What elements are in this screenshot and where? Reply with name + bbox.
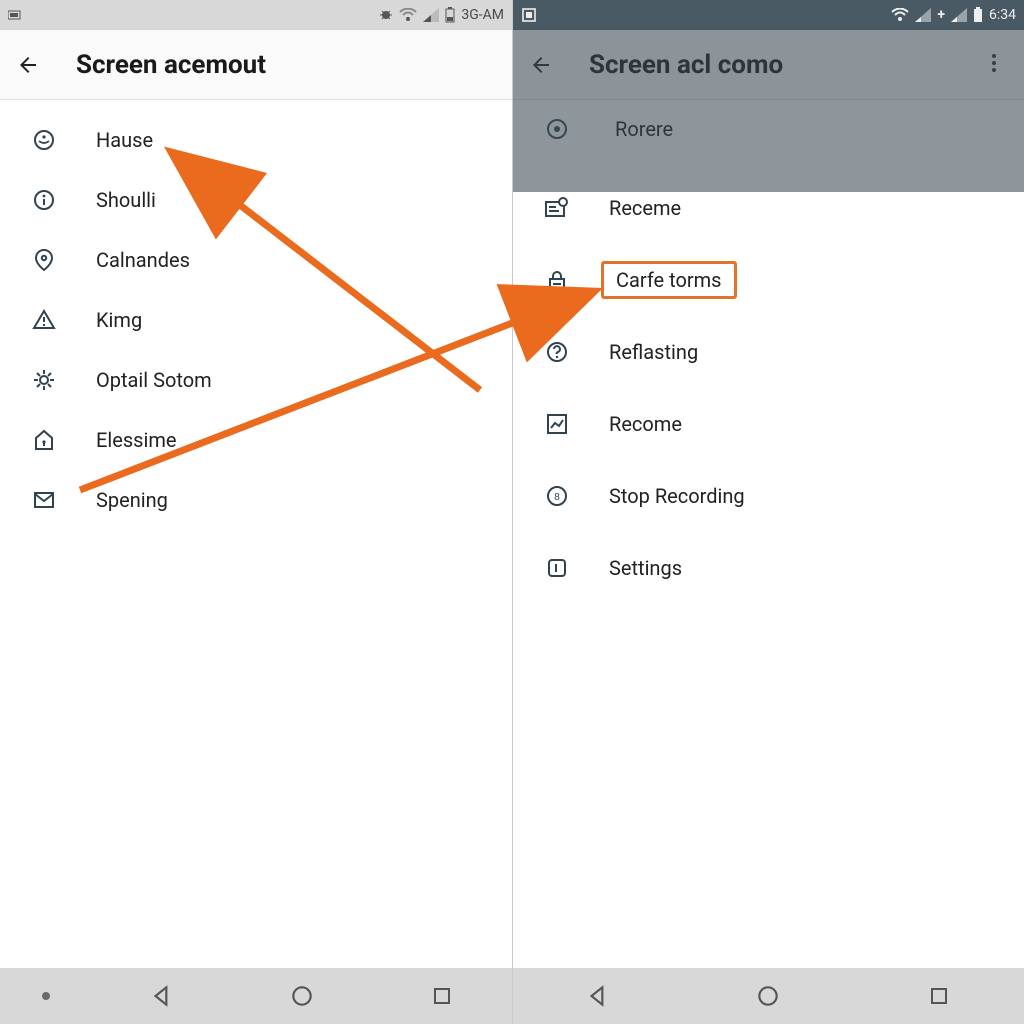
list-item[interactable]: Optail Sotom bbox=[0, 350, 512, 410]
settings-square-icon bbox=[543, 554, 571, 582]
list-item-label: Elessime bbox=[96, 428, 177, 452]
status-bar: 3G-AM bbox=[0, 0, 512, 30]
status-misc-icon bbox=[8, 9, 24, 21]
warning-triangle-icon bbox=[30, 306, 58, 334]
phone-screenshot-left: 3G-AM Screen acemout Hause Shoulli bbox=[0, 0, 512, 1024]
highlight-box: Carfe torms bbox=[601, 261, 737, 299]
list-item-label: Receme bbox=[609, 196, 681, 220]
wifi-icon bbox=[399, 8, 417, 22]
plus-icon: + bbox=[937, 7, 945, 23]
nav-recent-button[interactable] bbox=[911, 978, 967, 1014]
back-button[interactable] bbox=[14, 51, 42, 79]
list-item-label: Recome bbox=[609, 412, 682, 436]
list-item[interactable]: Hause bbox=[0, 110, 512, 170]
list-item[interactable]: Receme bbox=[513, 172, 1024, 244]
lock-icon bbox=[543, 266, 571, 294]
list-item-label: Settings bbox=[609, 556, 682, 580]
app-bar: Screen acemout bbox=[0, 30, 512, 100]
list-item[interactable]: Shoulli bbox=[0, 170, 512, 230]
chart-line-icon bbox=[543, 410, 571, 438]
wifi-icon bbox=[891, 8, 909, 22]
list-item-label: Reflasting bbox=[609, 340, 698, 364]
mail-icon bbox=[30, 486, 58, 514]
lock-house-icon bbox=[30, 426, 58, 454]
dimmed-list-item: Rorere bbox=[513, 100, 1024, 158]
back-button[interactable] bbox=[527, 51, 555, 79]
list-item-highlighted[interactable]: Carfe torms bbox=[513, 244, 1024, 316]
list-item[interactable]: Settings bbox=[513, 532, 1024, 604]
record-circle-icon bbox=[543, 115, 571, 143]
stop-circle-icon: 8 bbox=[543, 482, 571, 510]
battery-icon bbox=[973, 7, 983, 23]
circle-dot-icon bbox=[30, 126, 58, 154]
list-item-label: Hause bbox=[96, 128, 153, 152]
help-circle-icon bbox=[543, 338, 571, 366]
signal-icon bbox=[915, 8, 931, 22]
status-net-label: 3G-AM bbox=[461, 7, 504, 23]
overflow-menu-button[interactable] bbox=[984, 51, 1010, 79]
list-item[interactable]: Calnandes bbox=[0, 230, 512, 290]
list-item[interactable]: Elessime bbox=[0, 410, 512, 470]
signal-icon bbox=[951, 8, 967, 22]
status-bar: + 6:34 bbox=[513, 0, 1024, 30]
list-item-label: Rorere bbox=[615, 117, 673, 141]
app-bar-title: Screen acemout bbox=[76, 50, 266, 80]
app-bar-title: Screen acl como bbox=[589, 50, 783, 80]
list-item-label: Shoulli bbox=[96, 188, 156, 212]
gear-icon bbox=[30, 366, 58, 394]
list-item[interactable]: Recome bbox=[513, 388, 1024, 460]
status-time-label: 6:34 bbox=[989, 7, 1016, 23]
nav-dot-icon bbox=[42, 992, 50, 1000]
screenshot-icon bbox=[521, 7, 537, 23]
list-item[interactable]: Reflasting bbox=[513, 316, 1024, 388]
signal-icon bbox=[423, 8, 439, 22]
list-item-label: Stop Recording bbox=[609, 484, 745, 508]
nav-recent-button[interactable] bbox=[414, 978, 470, 1014]
menu-list: Receme Carfe torms Reflasting bbox=[513, 158, 1024, 604]
nav-back-button[interactable] bbox=[134, 978, 190, 1014]
list-item[interactable]: Spening bbox=[0, 470, 512, 530]
card-badge-icon bbox=[543, 194, 571, 222]
list-item[interactable]: Kimg bbox=[0, 290, 512, 350]
battery-icon bbox=[445, 7, 455, 23]
app-bar: Screen acl como bbox=[513, 30, 1024, 100]
list-item-label: Calnandes bbox=[96, 248, 190, 272]
menu-list: Hause Shoulli Calnandes Kimg bbox=[0, 100, 512, 530]
list-item-label: Optail Sotom bbox=[96, 368, 212, 392]
list-item-label: Kimg bbox=[96, 308, 142, 332]
svg-text:8: 8 bbox=[554, 492, 560, 503]
location-pin-icon bbox=[30, 246, 58, 274]
info-icon bbox=[30, 186, 58, 214]
nav-back-button[interactable] bbox=[570, 978, 626, 1014]
nav-home-button[interactable] bbox=[740, 978, 796, 1014]
list-item-label: Spening bbox=[96, 488, 168, 512]
bug-icon bbox=[379, 8, 393, 22]
system-nav-bar bbox=[513, 968, 1024, 1024]
list-item-label: Carfe torms bbox=[616, 268, 722, 292]
list-item[interactable]: 8 Stop Recording bbox=[513, 460, 1024, 532]
phone-screenshot-right: + 6:34 Screen acl como R bbox=[512, 0, 1024, 1024]
nav-home-button[interactable] bbox=[274, 978, 330, 1014]
system-nav-bar bbox=[0, 968, 512, 1024]
